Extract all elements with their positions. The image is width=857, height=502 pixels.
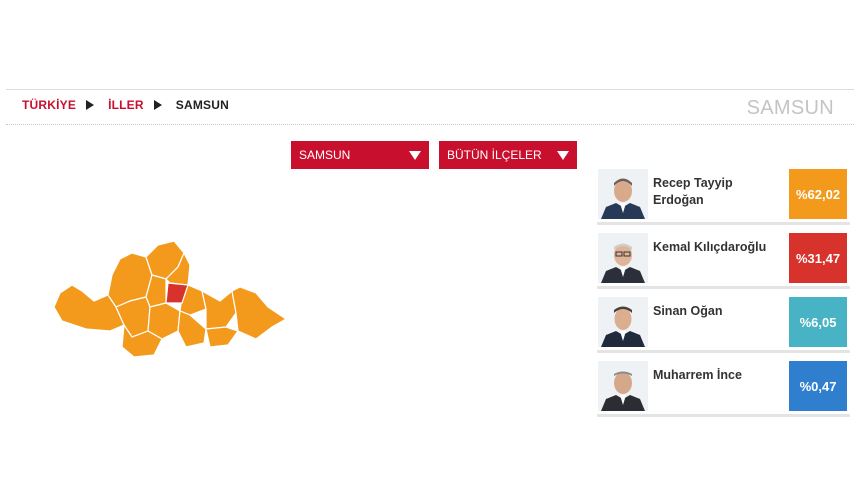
page-title: SAMSUN — [746, 97, 834, 119]
breadcrumb-item-turkiye[interactable]: TÜRKİYE — [22, 98, 76, 112]
candidate-photo-icon — [598, 361, 648, 411]
candidate-photo-icon — [598, 169, 648, 219]
breadcrumb-arrow-icon — [86, 100, 95, 110]
candidate-list: Recep Tayyip Erdoğan %62,02 Kemal Kılıçd… — [597, 169, 850, 425]
breadcrumb-item-current: SAMSUN — [175, 98, 229, 112]
breadcrumb: TÜRKİYE İLLER SAMSUN — [22, 97, 229, 113]
dotted-divider — [6, 124, 854, 125]
candidate-photo-icon — [598, 233, 648, 283]
province-select[interactable]: SAMSUN — [291, 141, 429, 169]
chevron-down-icon — [557, 151, 569, 160]
header-divider — [6, 89, 854, 90]
candidate-percent: %0,47 — [789, 361, 847, 411]
candidate-row[interactable]: Recep Tayyip Erdoğan %62,02 — [597, 169, 850, 225]
province-map — [53, 240, 288, 358]
breadcrumb-arrow-icon — [153, 100, 162, 110]
breadcrumb-item-iller[interactable]: İLLER — [108, 98, 144, 112]
candidate-row[interactable]: Sinan Oğan %6,05 — [597, 297, 850, 353]
candidate-percent: %31,47 — [789, 233, 847, 283]
district-select[interactable]: BÜTÜN İLÇELER — [439, 141, 577, 169]
district-select-value: BÜTÜN İLÇELER — [447, 148, 542, 162]
candidate-row[interactable]: Muharrem İnce %0,47 — [597, 361, 850, 417]
province-select-value: SAMSUN — [299, 148, 351, 162]
candidate-percent: %62,02 — [789, 169, 847, 219]
chevron-down-icon — [409, 151, 421, 160]
district-southeast[interactable] — [177, 310, 207, 348]
candidate-name: Recep Tayyip Erdoğan — [653, 176, 733, 207]
candidate-photo-icon — [598, 297, 648, 347]
candidate-name: Kemal Kılıçdaroğlu — [653, 240, 767, 254]
district-far-east[interactable] — [231, 286, 288, 340]
district-south-east[interactable] — [205, 326, 239, 348]
candidate-row[interactable]: Kemal Kılıçdaroğlu %31,47 — [597, 233, 850, 289]
candidate-name: Muharrem İnce — [653, 368, 742, 382]
district-east[interactable] — [201, 289, 237, 330]
candidate-name: Sinan Oğan — [653, 304, 723, 318]
candidate-percent: %6,05 — [789, 297, 847, 347]
